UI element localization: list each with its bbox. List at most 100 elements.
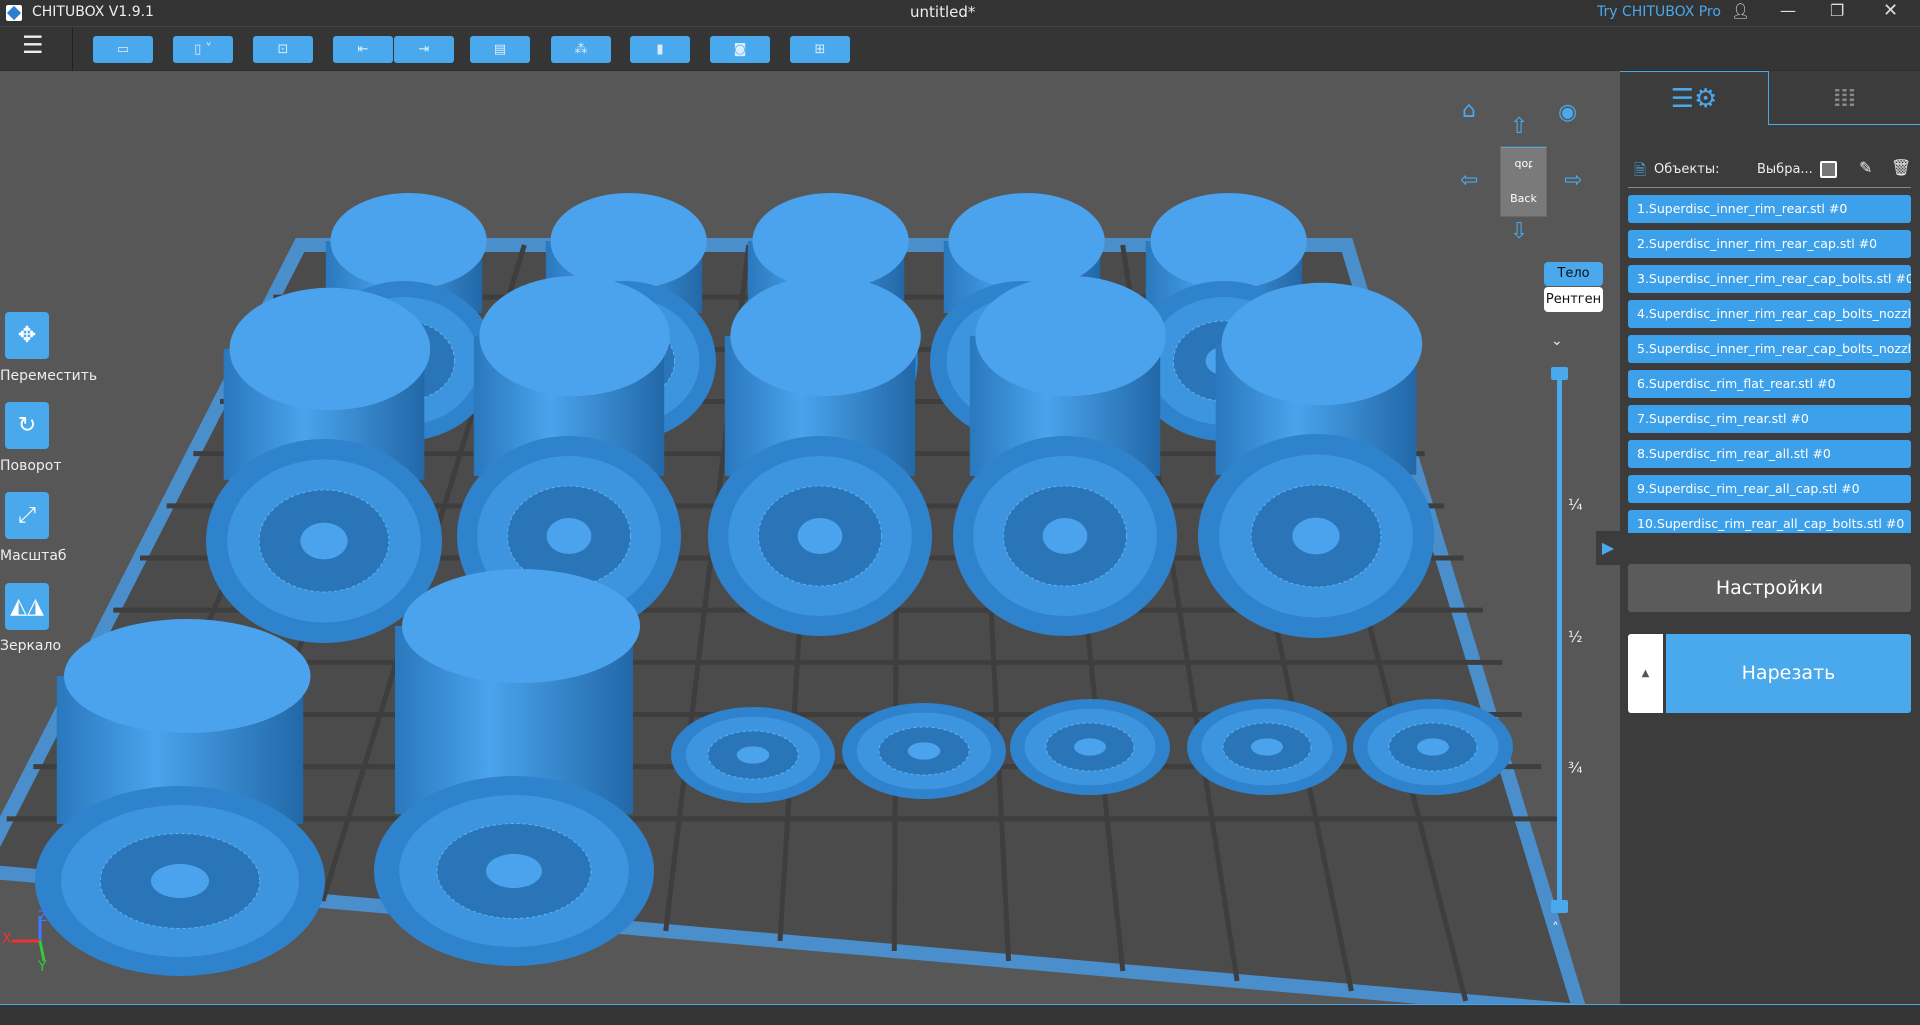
undo-icon: ⇤ — [357, 42, 369, 57]
menu-icon[interactable]: ☰ — [22, 31, 44, 59]
collapse-panel-button[interactable]: ▶ — [1596, 531, 1620, 565]
axis-x-label: X — [2, 931, 12, 947]
list-item[interactable]: 10.Superdisc_rim_rear_all_cap_bolts.stl … — [1628, 510, 1911, 533]
fit-icon: ⊡ — [277, 42, 289, 57]
objects-label: Объекты: — [1654, 162, 1720, 177]
axis-z-label: Z — [38, 909, 48, 925]
pack-button[interactable]: ⊞ — [790, 36, 850, 63]
try-pro-link[interactable]: Try CHITUBOX Pro — [1597, 4, 1721, 20]
list-item[interactable]: 8.Superdisc_rim_rear_all.stl #0 — [1628, 440, 1911, 468]
select-all-checkbox[interactable] — [1820, 161, 1837, 178]
arrange-icon: ⁂ — [574, 42, 588, 57]
3d-viewport[interactable]: Z X Y ✥ Переместить ↻ Поворот ⤢ Масштаб … — [0, 71, 1620, 1004]
close-button[interactable]: ✕ — [1883, 0, 1898, 21]
wheel-model — [206, 287, 442, 643]
solid-view-button[interactable]: Тело — [1544, 262, 1603, 286]
list-item[interactable]: 2.Superdisc_inner_rim_rear_cap.stl #0 — [1628, 230, 1911, 258]
edit-icon[interactable]: ✎ — [1859, 158, 1872, 177]
select-all-label: Выбра... — [1757, 162, 1813, 177]
tab-model-settings[interactable]: ☰⚙ — [1620, 71, 1769, 125]
slider-up-chevron-icon[interactable]: ⌄ — [1551, 333, 1563, 349]
list-item[interactable]: 5.Superdisc_inner_rim_rear_cap_bolts_noz… — [1628, 335, 1911, 363]
list-item[interactable]: 9.Superdisc_rim_rear_all_cap.stl #0 — [1628, 475, 1911, 503]
move-icon: ✥ — [17, 323, 37, 348]
mirror-tool[interactable]: ◭◮ — [5, 583, 49, 630]
list-item[interactable]: 7.Superdisc_rim_rear.stl #0 — [1628, 405, 1911, 433]
save-icon: ▯ ˅ — [194, 42, 212, 57]
rotate-tool[interactable]: ↻ — [5, 402, 49, 449]
redo-button[interactable]: ⇥ — [394, 36, 454, 63]
list-item[interactable]: 3.Superdisc_inner_rim_rear_cap_bolts.stl… — [1628, 265, 1911, 293]
home-view-icon[interactable]: ⌂ — [1462, 98, 1476, 123]
slider-down-chevron-icon[interactable]: ˄ — [1552, 921, 1559, 937]
toolbar: ☰ ▭ ▯ ˅ ⊡ ⇤ ⇥ ▤ ⁂ ▮ ◙ ⊞ — [0, 26, 1920, 71]
hollow-icon: ◙ — [733, 42, 747, 57]
rotate-label: Поворот — [0, 458, 62, 474]
layer-slider-bottom-handle[interactable] — [1551, 900, 1568, 913]
layers-icon: ▤ — [493, 42, 507, 57]
user-icon[interactable]: 👤︎ — [1731, 2, 1750, 20]
document-title: untitled* — [910, 3, 976, 21]
rotate-right-icon[interactable]: ⇨ — [1564, 168, 1582, 193]
open-button[interactable]: ▭ — [93, 36, 153, 63]
eye-icon[interactable]: ◉ — [1558, 100, 1577, 125]
wheel-model — [374, 569, 654, 966]
move-tool[interactable]: ✥ — [5, 312, 49, 359]
slice-button[interactable]: Нарезать — [1666, 634, 1911, 713]
delete-icon[interactable]: 🗑︎ — [1891, 158, 1911, 177]
mirror-icon: ◭◮ — [10, 594, 44, 619]
fit-button[interactable]: ⊡ — [253, 36, 313, 63]
settings-button[interactable]: Настройки — [1628, 564, 1911, 612]
scale-icon: ⤢ — [18, 503, 36, 528]
redo-icon: ⇥ — [418, 42, 430, 57]
hollow-button[interactable]: ◙ — [710, 36, 770, 63]
layers-button[interactable]: ▤ — [470, 36, 530, 63]
supports-icon: 𝍖 — [1832, 82, 1857, 113]
wheel-model — [1010, 699, 1170, 795]
xray-view-button[interactable]: Рентген — [1544, 287, 1603, 312]
rotate-up-icon[interactable]: ⇧ — [1510, 114, 1528, 139]
layer-slider-track[interactable] — [1557, 374, 1562, 906]
save-button[interactable]: ▯ ˅ — [173, 36, 233, 63]
title-bar: CHITUBOX V1.9.1 untitled* Try CHITUBOX P… — [0, 0, 1920, 26]
app-title: CHITUBOX V1.9.1 — [32, 4, 154, 20]
tab-supports[interactable]: 𝍖 — [1769, 71, 1920, 125]
wheel-model — [671, 707, 835, 803]
build-plate-scene — [0, 193, 1586, 1004]
slice-options-arrow-button[interactable]: ▲ — [1628, 634, 1663, 713]
mirror-label: Зеркало — [0, 638, 62, 654]
slider-mark-quarter: ¼ — [1568, 496, 1583, 514]
nav-cube-top[interactable]: dot — [1501, 147, 1546, 182]
list-item[interactable]: 4.Superdisc_inner_rim_rear_cap_bolts_noz… — [1628, 300, 1911, 328]
wheel-model — [842, 703, 1006, 799]
arrange-button[interactable]: ⁂ — [551, 36, 611, 63]
wheel-model — [708, 276, 932, 636]
list-item[interactable]: 1.Superdisc_inner_rim_rear.stl #0 — [1628, 195, 1911, 223]
nav-cube-front[interactable]: Back — [1501, 182, 1546, 216]
pack-icon: ⊞ — [814, 42, 826, 57]
app-logo-icon — [6, 5, 22, 21]
rotate-icon: ↻ — [17, 413, 37, 438]
list-gear-icon: ☰⚙ — [1670, 83, 1718, 114]
nav-cube[interactable]: dot Back — [1500, 146, 1547, 217]
list-item[interactable]: 6.Superdisc_rim_flat_rear.stl #0 — [1628, 370, 1911, 398]
rotate-down-icon[interactable]: ⇩ — [1510, 219, 1528, 244]
scale-tool[interactable]: ⤢ — [5, 492, 49, 539]
wheel-model — [35, 619, 325, 976]
wheel-model — [953, 276, 1177, 636]
status-bar — [0, 1004, 1920, 1025]
minimize-button[interactable]: — — [1780, 1, 1796, 20]
undo-button[interactable]: ⇤ — [333, 36, 393, 63]
wheel-model — [1187, 699, 1347, 795]
wheel-model — [1353, 699, 1513, 795]
layer-slider-top-handle[interactable] — [1551, 367, 1568, 380]
slider-mark-three-quarter: ¾ — [1568, 759, 1583, 777]
support-button[interactable]: ▮ — [630, 36, 690, 63]
rotate-left-icon[interactable]: ⇦ — [1460, 168, 1478, 193]
maximize-button[interactable]: ❐ — [1830, 1, 1844, 20]
support-icon: ▮ — [656, 42, 664, 57]
slider-mark-half: ½ — [1568, 628, 1583, 646]
object-list[interactable]: 1.Superdisc_inner_rim_rear.stl #0 2.Supe… — [1620, 193, 1920, 533]
move-label: Переместить — [0, 368, 98, 384]
open-icon: ▭ — [116, 42, 130, 57]
